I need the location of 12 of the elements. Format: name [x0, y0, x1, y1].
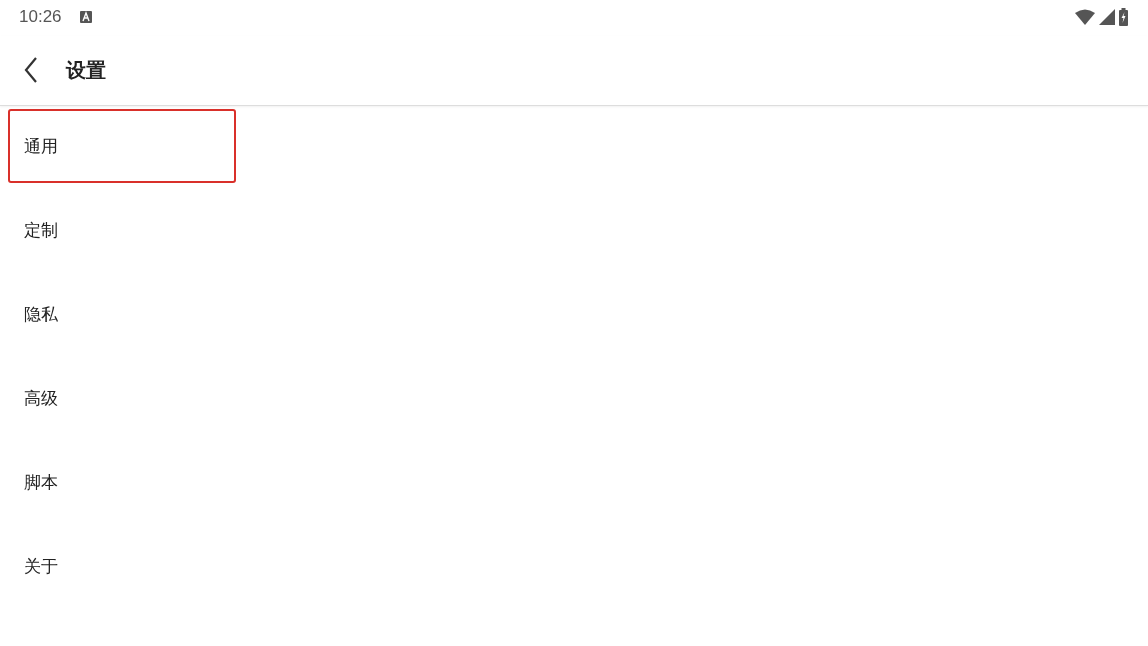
settings-category[interactable]: 关于	[8, 529, 236, 603]
battery-icon	[1119, 8, 1128, 26]
screen-title: 设置	[66, 57, 106, 84]
wifi-icon	[1075, 9, 1095, 25]
signal-icon	[1099, 9, 1115, 25]
status-time: 10:26	[19, 7, 62, 27]
settings-category[interactable]: 高级	[8, 361, 236, 435]
notification-icon	[79, 11, 92, 23]
settings-category[interactable]: 脚本	[8, 445, 236, 519]
settings-category[interactable]: 隐私	[8, 277, 236, 351]
settings-category[interactable]: 定制	[8, 193, 236, 267]
settings-category[interactable]: 通用	[8, 109, 236, 183]
